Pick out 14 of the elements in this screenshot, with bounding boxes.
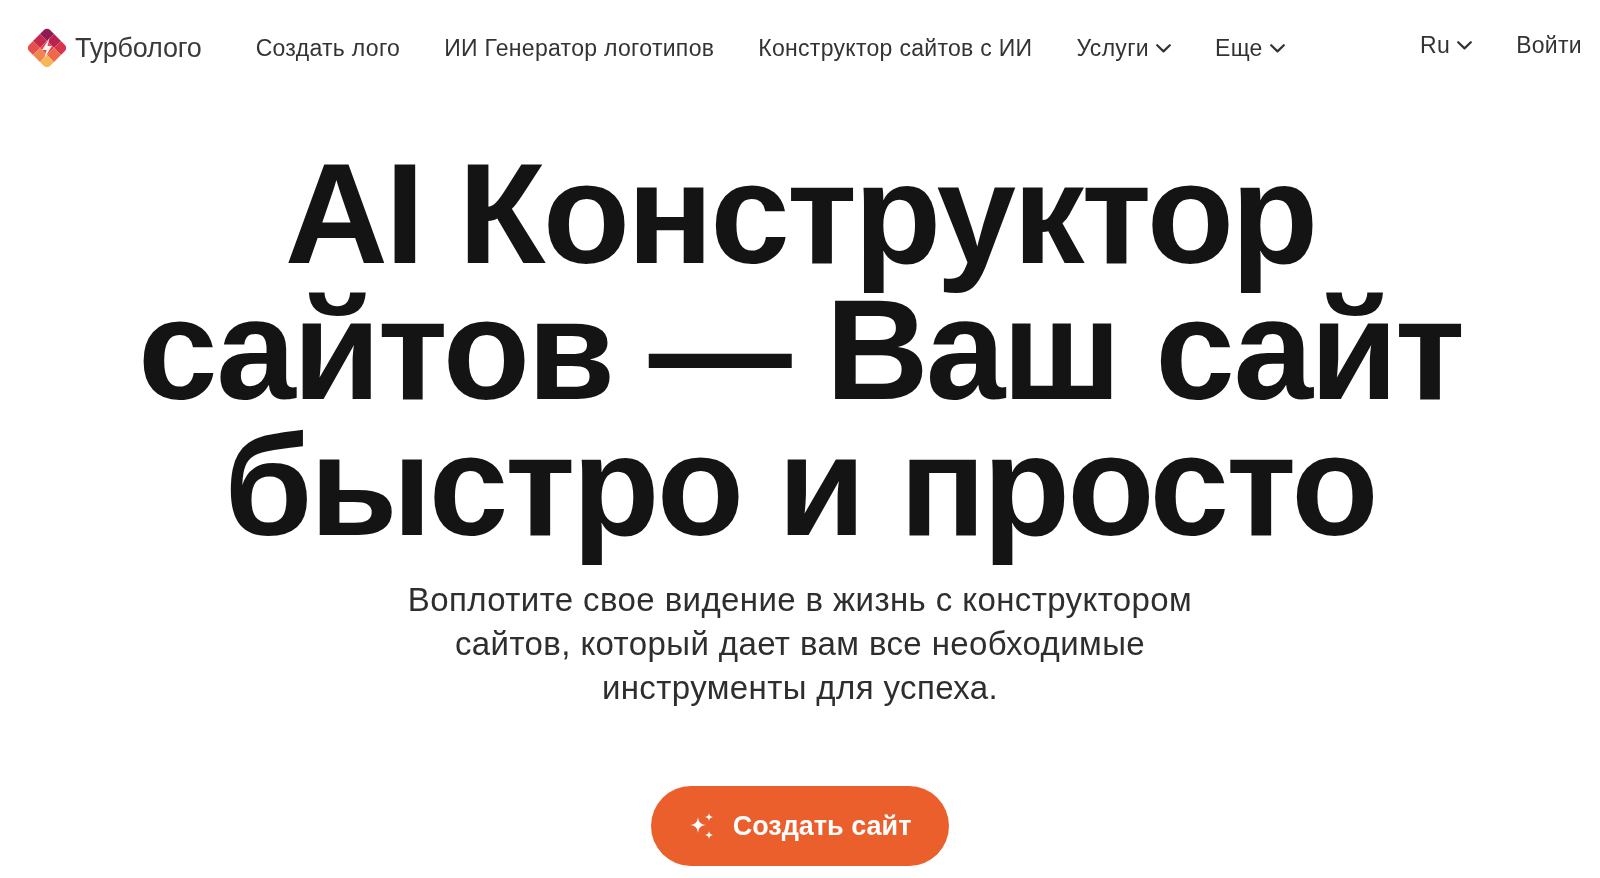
language-selector[interactable]: Ru xyxy=(1420,31,1473,59)
nav-link[interactable]: ИИ Генератор логотипов xyxy=(444,34,715,62)
nav-menu-button[interactable]: Еще xyxy=(1215,34,1285,62)
chevron-down-icon xyxy=(1269,43,1285,53)
nav-link[interactable]: Создать лого xyxy=(255,34,401,62)
chevron-down-icon xyxy=(1457,40,1473,50)
logo-icon xyxy=(25,26,69,70)
chevron-down-icon xyxy=(1156,43,1171,53)
hero-subtitle: Воплотите свое видение в жизнь с конструктором сайтов, который дает вам все необходимые инструменты для успеха. xyxy=(406,580,1194,708)
nav-menu-button[interactable]: Услуги xyxy=(1076,34,1171,62)
brand-name: Турболого xyxy=(75,32,202,64)
login-link[interactable]: Войти xyxy=(1516,31,1582,59)
nav-link[interactable]: Конструктор сайтов с ИИ xyxy=(758,34,1033,62)
hero-title: AI Конструктор сайтов — Ваш сайт быстро и просто xyxy=(136,146,1464,567)
